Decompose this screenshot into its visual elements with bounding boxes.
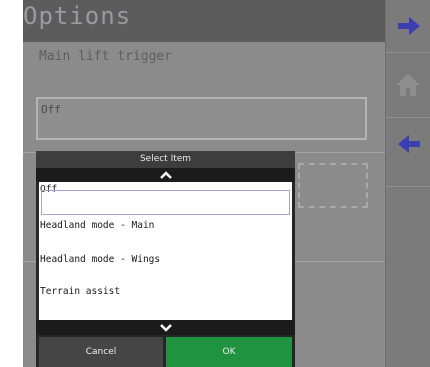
next-arrow-icon: [398, 17, 420, 35]
option-value-box[interactable]: Off: [36, 97, 367, 140]
list-item-label: Headland mode - Wings: [40, 254, 161, 265]
list-item-label: Headland mode - Main: [40, 220, 155, 231]
cancel-button[interactable]: Cancel: [39, 337, 163, 367]
option-value: Off: [41, 103, 61, 116]
right-nav-bar: [385, 0, 430, 367]
chevron-down-icon: [160, 324, 172, 332]
list-item-headland-main[interactable]: Headland mode - Main: [39, 220, 292, 250]
title-bar: Options: [23, 0, 385, 42]
option-main-lift-trigger: Main lift trigger Off: [23, 42, 385, 153]
ok-button[interactable]: OK: [166, 337, 292, 367]
home-icon: [396, 74, 420, 96]
selection-highlight: [41, 190, 290, 215]
back-button[interactable]: [386, 118, 430, 187]
item-list: Off Headland mode - Main Headland mode -…: [39, 182, 292, 320]
list-item-terrain-assist[interactable]: Terrain assist: [39, 286, 292, 316]
scroll-up-button[interactable]: [36, 168, 295, 182]
select-item-dialog: Select Item Off Headland mode - Main Hea…: [36, 151, 295, 367]
option-label: Main lift trigger: [39, 49, 173, 64]
option-value-box-second[interactable]: [298, 163, 368, 208]
dialog-title: Select Item: [36, 151, 295, 168]
chevron-up-icon: [160, 171, 172, 179]
home-button[interactable]: [386, 53, 430, 118]
back-arrow-icon: [398, 135, 420, 153]
scroll-down-button[interactable]: [36, 320, 295, 335]
page-title: Options: [23, 2, 132, 30]
list-item-off[interactable]: Off: [39, 184, 292, 218]
next-button[interactable]: [386, 0, 430, 53]
list-item-headland-wings[interactable]: Headland mode - Wings: [39, 254, 292, 284]
list-item-label: Terrain assist: [40, 286, 121, 297]
